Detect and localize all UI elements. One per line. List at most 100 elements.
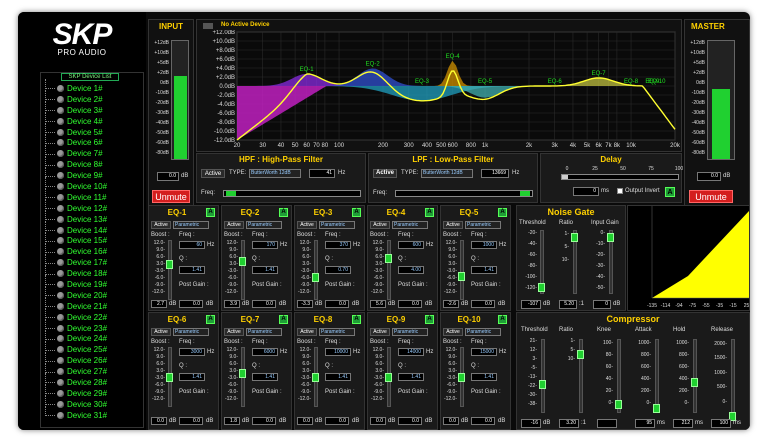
eq-boost-knob[interactable] — [312, 373, 319, 382]
eq-band-marker[interactable]: EQ-3 — [415, 79, 430, 85]
device-list[interactable]: SKP Device List Device 1# Device 2# Device… — [40, 72, 144, 428]
eq-gain-value[interactable]: 0.0 — [151, 417, 167, 425]
eq-boost-knob[interactable] — [312, 273, 319, 283]
eq-freq-value[interactable]: 600 — [398, 241, 424, 249]
hpf-active-button[interactable]: Active — [201, 169, 225, 178]
eq-post-gain-value[interactable]: 0.0 — [471, 300, 495, 308]
eq-type-select[interactable]: Parametric — [173, 328, 209, 336]
device-list-item[interactable]: Device 4# — [41, 112, 143, 127]
eq-freq-value[interactable]: 14000 — [398, 348, 424, 356]
eq-gain-value[interactable]: 0.0 — [297, 417, 313, 425]
device-list-item[interactable]: Device 18# — [41, 264, 143, 279]
eq-freq-value[interactable]: 170 — [252, 241, 278, 249]
device-list-item[interactable]: Device 17# — [41, 253, 143, 268]
eq-a-button[interactable]: A — [498, 208, 507, 217]
eq-post-gain-value[interactable]: 0.0 — [179, 417, 203, 425]
comp-threshold-knob[interactable] — [539, 380, 546, 389]
eq-boost-knob[interactable] — [458, 271, 465, 281]
comp-ratio-value[interactable]: 3.20 — [559, 419, 579, 428]
eq-active-button[interactable]: Active — [297, 221, 317, 229]
eq-boost-knob[interactable] — [458, 373, 465, 382]
eq-a-button[interactable]: A — [279, 315, 288, 324]
eq-band-marker[interactable]: EQ-4 — [446, 54, 461, 60]
device-list-item[interactable]: Device 3# — [41, 101, 143, 116]
eq-type-select[interactable]: Parametric — [173, 221, 209, 229]
eq-freq-value[interactable]: 3000 — [179, 348, 205, 356]
ng-ratio-slider[interactable] — [571, 230, 578, 294]
eq-a-button[interactable]: A — [352, 315, 361, 324]
eq-gain-value[interactable]: 0.0 — [370, 417, 386, 425]
lpf-type-select[interactable]: ButterWorth 12dB — [421, 169, 473, 178]
eq-boost-knob[interactable] — [166, 260, 173, 270]
device-list-item[interactable]: Device 23# — [41, 319, 143, 334]
device-list-item[interactable]: Device 11# — [41, 188, 143, 203]
delay-thumb[interactable] — [562, 175, 568, 179]
eq-q-value[interactable]: 0.70 — [325, 266, 351, 274]
lpf-freq-thumb[interactable] — [520, 191, 530, 196]
comp-ratio-slider[interactable] — [577, 339, 584, 413]
eq-active-button[interactable]: Active — [151, 328, 171, 336]
delay-a-button[interactable]: A — [665, 187, 675, 197]
lpf-active-button[interactable]: Active — [373, 169, 397, 178]
device-list-item[interactable]: Device 8# — [41, 155, 143, 170]
comp-threshold-value[interactable]: -16 — [521, 419, 541, 428]
device-list-item[interactable]: Device 15# — [41, 231, 143, 246]
output-invert-checkbox[interactable] — [617, 188, 623, 194]
eq-type-select[interactable]: Parametric — [319, 328, 355, 336]
ng-gain-knob[interactable] — [607, 233, 614, 242]
device-list-item[interactable]: Device 29# — [41, 384, 143, 399]
lpf-freq-value[interactable]: 13669 — [481, 169, 509, 178]
comp-attack-knob[interactable] — [653, 404, 660, 413]
eq-band-marker[interactable]: EQ-8 — [624, 79, 639, 85]
eq-active-button[interactable]: Active — [224, 328, 244, 336]
eq-active-button[interactable]: Active — [443, 221, 463, 229]
device-list-item[interactable]: Device 21# — [41, 297, 143, 312]
eq-boost-slider[interactable] — [239, 240, 246, 300]
eq-q-value[interactable]: 1.41 — [398, 373, 424, 381]
device-list-item[interactable]: Device 12# — [41, 199, 143, 214]
device-list-item[interactable]: Device 1# — [41, 79, 143, 94]
device-list-item[interactable]: Device 7# — [41, 144, 143, 159]
eq-active-button[interactable]: Active — [297, 328, 317, 336]
comp-ratio-knob[interactable] — [577, 350, 584, 359]
hpf-type-select[interactable]: ButterWorth 12dB — [249, 169, 301, 178]
comp-threshold-slider[interactable] — [539, 339, 546, 413]
eq-band-marker[interactable]: EQ-2 — [366, 61, 381, 67]
eq-response-chart[interactable]: +12.0dB +10.0dB +8.0dB +6.0dB +4.0dB +2.0dB 0.… — [197, 30, 681, 150]
device-list-item[interactable]: Device 31# — [41, 406, 143, 421]
comp-knee-knob[interactable] — [615, 400, 622, 409]
ng-ratio-knob[interactable] — [571, 233, 578, 242]
eq-band-marker[interactable]: EQ-1 — [300, 67, 315, 73]
eq-type-select[interactable]: Parametric — [319, 221, 355, 229]
device-list-item[interactable]: Device 24# — [41, 329, 143, 344]
eq-a-button[interactable]: A — [425, 315, 434, 324]
eq-type-select[interactable]: Parametric — [465, 221, 501, 229]
delay-value[interactable]: 0 — [573, 187, 599, 196]
device-list-item[interactable]: Device 30# — [41, 395, 143, 410]
eq-band-marker[interactable]: EQ-7 — [592, 71, 607, 77]
eq-boost-slider[interactable] — [239, 347, 246, 407]
eq-q-value[interactable]: 4.00 — [398, 266, 424, 274]
eq-gain-value[interactable]: 2.7 — [151, 300, 167, 308]
device-list-item[interactable]: Device 16# — [41, 242, 143, 257]
ng-ratio-value[interactable]: 5.20 — [559, 300, 577, 309]
ng-gain-slider[interactable] — [607, 230, 614, 294]
eq-type-select[interactable]: Parametric — [465, 328, 501, 336]
comp-attack-slider[interactable] — [653, 339, 660, 413]
comp-attack-value[interactable]: 95 — [635, 419, 655, 428]
eq-band-marker[interactable]: EQ-5 — [478, 79, 493, 85]
comp-release-slider[interactable] — [729, 339, 736, 421]
eq-active-button[interactable]: Active — [443, 328, 463, 336]
eq-a-button[interactable]: A — [206, 208, 215, 217]
eq-type-select[interactable]: Parametric — [246, 221, 282, 229]
eq-freq-value[interactable]: 15000 — [471, 348, 497, 356]
device-list-item[interactable]: Device 10# — [41, 177, 143, 192]
master-value[interactable]: 0.0 — [697, 172, 721, 181]
eq-boost-knob[interactable] — [239, 257, 246, 267]
eq-a-button[interactable]: A — [352, 208, 361, 217]
device-list-item[interactable]: Device 13# — [41, 210, 143, 225]
lpf-freq-slider[interactable] — [395, 190, 533, 197]
device-list-item[interactable]: Device 9# — [41, 166, 143, 181]
eq-active-button[interactable]: Active — [151, 221, 171, 229]
eq-post-gain-value[interactable]: 0.0 — [325, 300, 349, 308]
